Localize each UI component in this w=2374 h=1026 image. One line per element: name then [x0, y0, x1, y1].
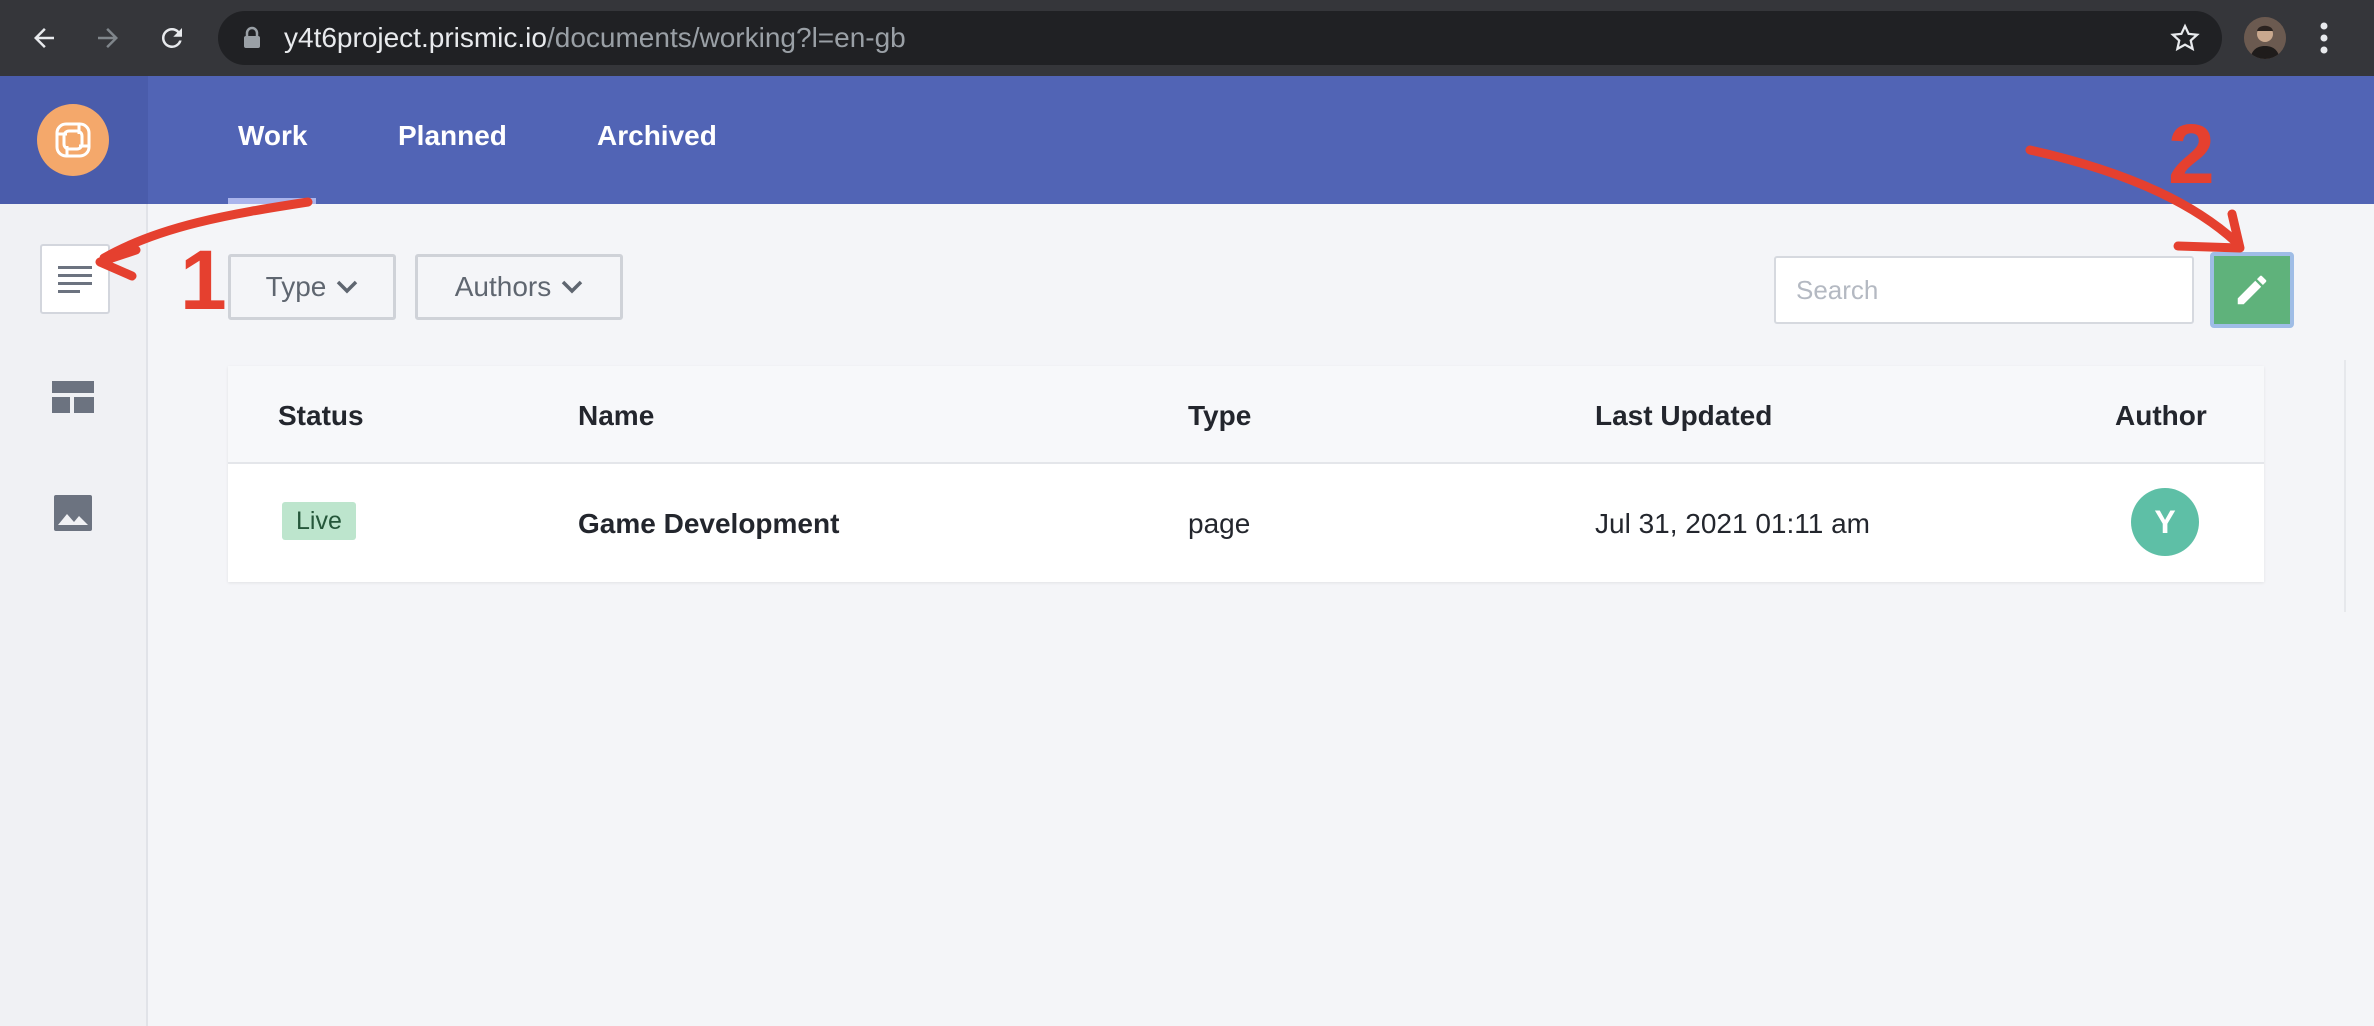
- annotation-label-2: 2: [2168, 107, 2215, 201]
- annotation-label-1: 1: [180, 233, 227, 327]
- annotation-arrows: [95, 145, 2245, 281]
